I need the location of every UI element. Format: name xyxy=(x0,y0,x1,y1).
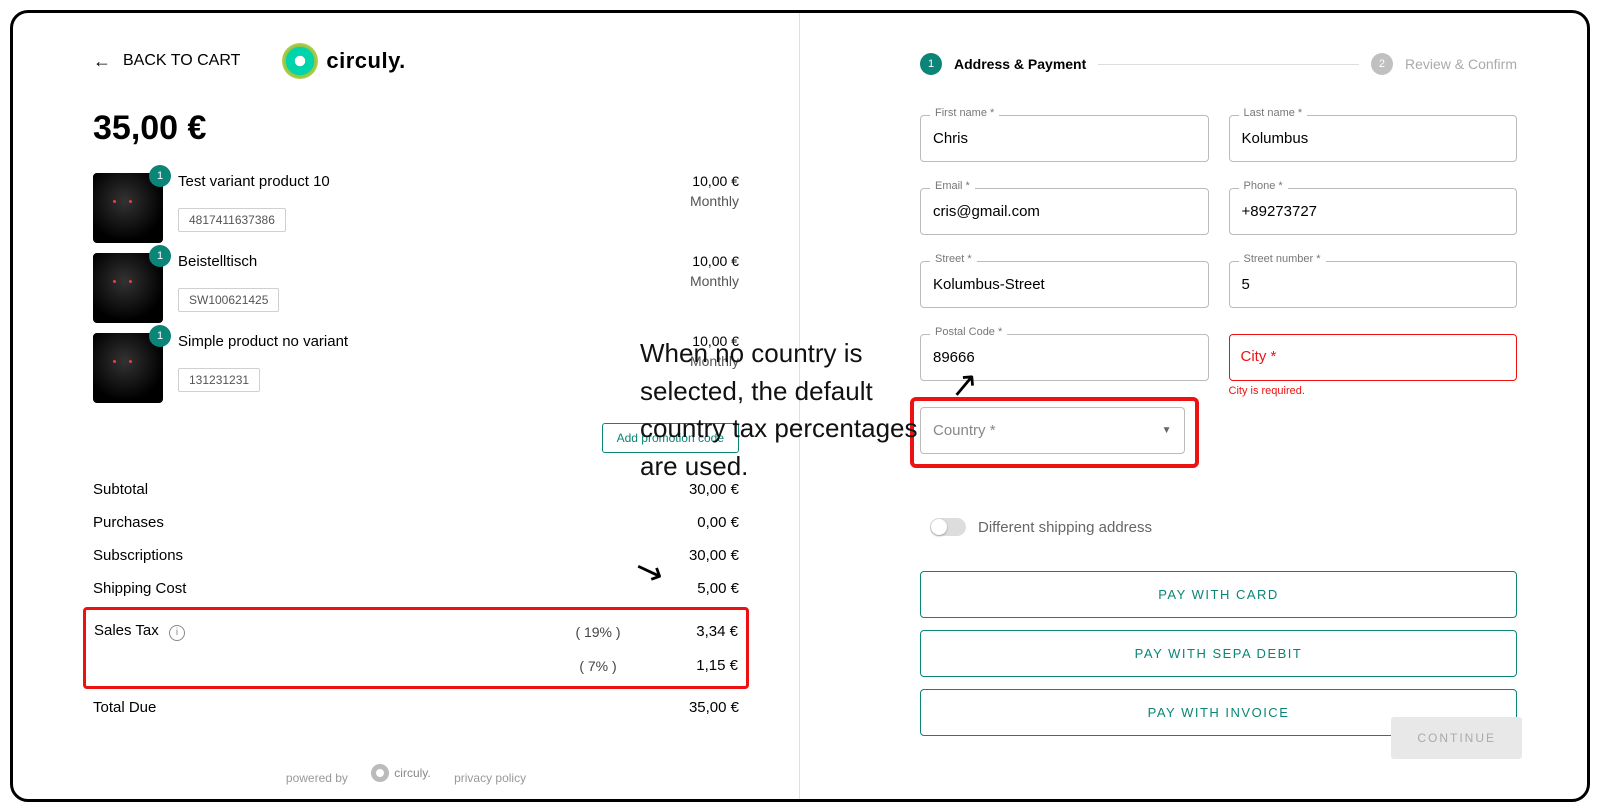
product-thumbnail: 1 xyxy=(93,253,163,323)
tax-value-1: 3,34 € xyxy=(648,623,738,640)
continue-button[interactable]: CONTINUE xyxy=(1391,717,1522,759)
shipping-label: Shipping Cost xyxy=(93,580,649,597)
city-error-msg: City is required. xyxy=(1229,385,1305,397)
logo-icon xyxy=(282,43,318,79)
purchases-label: Purchases xyxy=(93,514,649,531)
sku-label: SW100621425 xyxy=(178,288,279,312)
pay-sepa-button[interactable]: PAY WITH SEPA DEBIT xyxy=(920,630,1517,677)
last-name-input[interactable] xyxy=(1229,115,1518,162)
qty-badge: 1 xyxy=(149,165,171,187)
chevron-down-icon: ▼ xyxy=(1162,425,1172,436)
first-name-label: First name * xyxy=(930,107,999,119)
summary-table: Subtotal 30,00 € Purchases 0,00 € Subscr… xyxy=(93,473,739,724)
sku-label: 131231231 xyxy=(178,368,260,392)
total-due-value: 35,00 € xyxy=(649,699,739,716)
back-arrow-icon[interactable]: ← xyxy=(93,51,111,72)
grand-total: 35,00 € xyxy=(93,109,739,148)
back-to-cart-link[interactable]: BACK TO CART xyxy=(123,52,240,70)
product-thumbnail: 1 xyxy=(93,333,163,403)
total-due-label: Total Due xyxy=(93,699,649,716)
footer-logo: circuly. xyxy=(371,764,430,782)
logo-text: circuly. xyxy=(326,48,405,74)
annotation-text: When no country is selected, the default… xyxy=(640,335,960,486)
cart-item: 1 Test variant product 10 4817411637386 … xyxy=(93,173,739,243)
tax-rate-1: ( 19% ) xyxy=(548,624,648,640)
annotation-arrow-right-icon: ↗ xyxy=(948,364,980,406)
tax-value-2: 1,15 € xyxy=(648,657,738,674)
step-2-badge: 2 xyxy=(1371,53,1393,75)
product-thumbnail: 1 xyxy=(93,173,163,243)
tax-rate-2: ( 7% ) xyxy=(548,658,648,674)
product-name: Test variant product 10 xyxy=(178,173,624,190)
product-price: 10,00 € xyxy=(639,253,739,269)
step-1-label: Address & Payment xyxy=(954,56,1086,72)
purchases-value: 0,00 € xyxy=(649,514,739,531)
step-1-badge: 1 xyxy=(920,53,942,75)
subtotal-label: Subtotal xyxy=(93,481,649,498)
city-input[interactable] xyxy=(1229,334,1518,381)
subscriptions-label: Subscriptions xyxy=(93,547,649,564)
street-no-label: Street number * xyxy=(1239,253,1326,265)
billing-interval: Monthly xyxy=(639,273,739,289)
sales-tax-label: Sales Tax i xyxy=(94,622,548,641)
subscriptions-value: 30,00 € xyxy=(649,547,739,564)
product-name: Beistelltisch xyxy=(178,253,624,270)
email-input[interactable] xyxy=(920,188,1209,235)
cart-item: 1 Beistelltisch SW100621425 10,00 € Mont… xyxy=(93,253,739,323)
checkout-steps: 1 Address & Payment 2 Review & Confirm xyxy=(920,53,1517,75)
info-icon[interactable]: i xyxy=(169,625,185,641)
footer: powered by circuly. privacy policy xyxy=(13,764,799,785)
street-input[interactable] xyxy=(920,261,1209,308)
qty-badge: 1 xyxy=(149,245,171,267)
sku-label: 4817411637386 xyxy=(178,208,286,232)
different-shipping-label: Different shipping address xyxy=(978,519,1152,536)
pay-card-button[interactable]: PAY WITH CARD xyxy=(920,571,1517,618)
sales-tax-highlight: Sales Tax i ( 19% ) 3,34 € ( 7% ) 1,15 € xyxy=(83,607,749,689)
phone-input[interactable] xyxy=(1229,188,1518,235)
powered-by-text: powered by xyxy=(286,771,348,785)
street-no-input[interactable] xyxy=(1229,261,1518,308)
product-name: Simple product no variant xyxy=(178,333,624,350)
street-label: Street * xyxy=(930,253,977,265)
different-shipping-toggle[interactable] xyxy=(930,518,966,536)
product-price: 10,00 € xyxy=(639,173,739,189)
qty-badge: 1 xyxy=(149,325,171,347)
phone-label: Phone * xyxy=(1239,180,1288,192)
last-name-label: Last name * xyxy=(1239,107,1308,119)
billing-interval: Monthly xyxy=(639,193,739,209)
footer-logo-icon xyxy=(371,764,389,782)
brand-logo: circuly. xyxy=(282,43,405,79)
first-name-input[interactable] xyxy=(920,115,1209,162)
email-label: Email * xyxy=(930,180,975,192)
step-divider xyxy=(1098,64,1359,65)
privacy-policy-link[interactable]: privacy policy xyxy=(454,771,526,785)
step-2-label: Review & Confirm xyxy=(1405,56,1517,72)
